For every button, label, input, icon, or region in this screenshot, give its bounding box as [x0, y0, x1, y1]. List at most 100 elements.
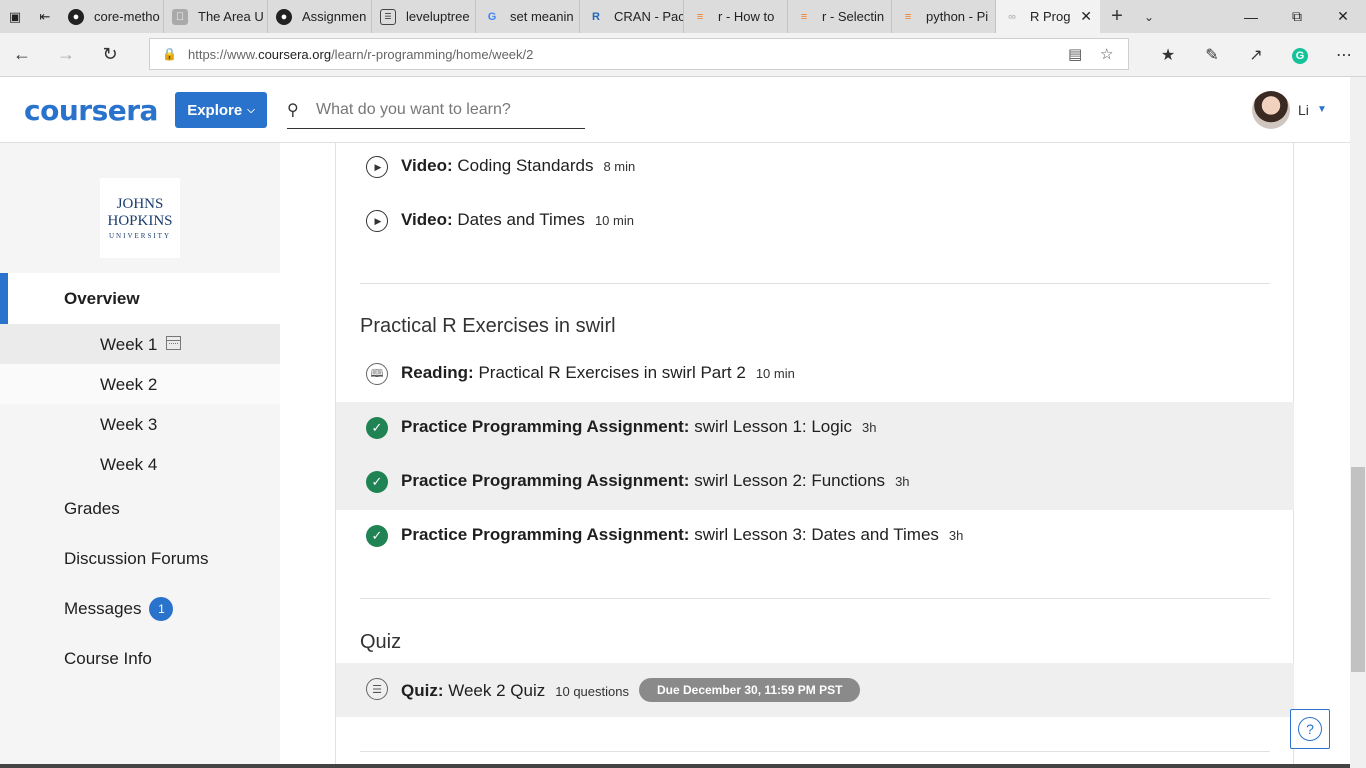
user-menu-caret-icon[interactable]: ▼ — [1317, 104, 1327, 115]
week-content: ▶ Video: Coding Standards 8 min ▶ Video: … — [335, 143, 1294, 768]
sidebar-item-label: Overview — [64, 289, 140, 308]
item-type: Quiz: — [401, 681, 444, 700]
forward-icon[interactable]: → — [44, 33, 88, 77]
url-path: /learn/r-programming/home/week/2 — [331, 46, 534, 62]
item-text: Video: Dates and Times 10 min — [401, 210, 634, 230]
item-text: Practice Programming Assignment: swirl L… — [401, 471, 910, 491]
stackoverflow-icon: ≡ — [800, 10, 808, 23]
item-title: Practical R Exercises in swirl Part 2 — [478, 363, 746, 382]
refresh-icon[interactable]: ↻ — [88, 33, 132, 77]
assignment-item[interactable]: ✓ Practice Programming Assignment: swirl… — [336, 510, 1294, 564]
sidebar-item-week-3[interactable]: Week 3 — [0, 404, 280, 444]
search-input[interactable] — [316, 101, 576, 119]
browser-tab[interactable]: Gset meanin — [476, 0, 580, 33]
new-tab-icon[interactable]: + — [1100, 0, 1134, 33]
sidebar-item-label: Week 2 — [100, 375, 158, 394]
completed-check-icon: ✓ — [366, 417, 388, 439]
explore-button[interactable]: Explore ⌵ — [175, 92, 267, 128]
apple-icon:  — [172, 8, 188, 25]
item-duration: 10 min — [594, 213, 634, 228]
sidebar-item-discussion-forums[interactable]: Discussion Forums — [64, 549, 209, 569]
browser-tab[interactable]:  The Area U — [164, 0, 268, 33]
play-icon: ▶ — [366, 210, 388, 232]
github-icon: ● — [276, 8, 292, 25]
browser-tab[interactable]: ☰ leveluptree — [372, 0, 476, 33]
item-title: Week 2 Quiz — [448, 681, 546, 700]
r-icon: R — [592, 10, 600, 23]
help-button[interactable]: ? — [1290, 709, 1330, 749]
course-sidebar: JOHNS HOPKINS UNIVERSITY Overview Week 1… — [0, 143, 280, 768]
sidebar-item-label: Week 1 — [100, 335, 158, 354]
browser-tab-active[interactable]: ∞ R Prog ✕ — [996, 0, 1100, 33]
browser-tab[interactable]: ● core-metho — [60, 0, 164, 33]
browser-tab[interactable]: ≡ r - How to — [684, 0, 788, 33]
share-icon[interactable]: ↗ — [1234, 45, 1278, 65]
university-line3: UNIVERSITY — [109, 232, 171, 240]
close-window-icon[interactable]: ✕ — [1320, 0, 1366, 33]
video-item[interactable]: ▶ Video: Coding Standards 8 min — [336, 141, 1294, 195]
tab-title: The Area U — [198, 9, 264, 24]
reading-item[interactable]: 🕮 Reading: Practical R Exercises in swir… — [336, 348, 1294, 402]
item-text: Video: Coding Standards 8 min — [401, 156, 635, 176]
notes-pen-icon[interactable]: ✎ — [1190, 45, 1234, 65]
tab-title: CRAN - Pac — [614, 9, 683, 24]
sidebar-item-overview[interactable]: Overview — [0, 273, 280, 324]
tab-title: set meanin — [510, 9, 574, 24]
item-type: Practice Programming Assignment: — [401, 525, 690, 544]
messages-count-badge: 1 — [149, 597, 174, 621]
section-divider — [360, 283, 1270, 284]
close-tab-icon[interactable]: ✕ — [1080, 8, 1092, 25]
avatar[interactable] — [1252, 91, 1290, 129]
sidebar-item-grades[interactable]: Grades — [64, 499, 120, 519]
user-name[interactable]: Li — [1298, 102, 1309, 118]
item-text: Quiz: Week 2 Quiz 10 questions Due Decembe… — [401, 678, 861, 702]
scrollbar-thumb[interactable] — [1351, 467, 1365, 672]
sidebar-item-week-2[interactable]: Week 2 — [0, 364, 280, 404]
assignment-item[interactable]: ✓ Practice Programming Assignment: swirl… — [336, 402, 1294, 456]
item-text: Reading: Practical R Exercises in swirl … — [401, 363, 795, 383]
favorites-icon[interactable]: ★ — [1146, 45, 1190, 65]
grammarly-icon[interactable]: G — [1278, 46, 1322, 64]
quiz-item[interactable]: ☰ Quiz: Week 2 Quiz 10 questions Due Decem… — [336, 663, 1294, 717]
sidebar-item-week-1[interactable]: Week 1 — [0, 324, 280, 364]
tab-title: python - Pi — [926, 9, 989, 24]
calendar-icon — [166, 336, 181, 350]
favorite-star-icon[interactable]: ☆ — [1100, 45, 1113, 63]
sidebar-item-course-info[interactable]: Course Info — [64, 649, 152, 669]
window-controls: — ⧉ ✕ — [1228, 0, 1366, 33]
coursera-icon: ∞ — [1008, 10, 1016, 23]
tab-title: r - Selectin — [822, 9, 885, 24]
completed-check-icon: ✓ — [366, 471, 388, 493]
quiz-question-count: 10 questions — [555, 684, 629, 699]
item-text: Practice Programming Assignment: swirl L… — [401, 417, 876, 437]
tab-actions-icon[interactable]: ▣ — [0, 0, 30, 33]
coursera-logo[interactable]: coursera — [24, 94, 158, 127]
browser-tab[interactable]: R CRAN - Pac — [580, 0, 684, 33]
minimize-icon[interactable]: — — [1228, 0, 1274, 33]
page-icon: ☰ — [380, 8, 396, 25]
back-icon[interactable]: ← — [0, 33, 44, 77]
item-duration: 3h — [862, 420, 877, 435]
reading-view-icon[interactable]: ▤ — [1068, 45, 1082, 63]
browser-tab[interactable]: ≡ python - Pi — [892, 0, 996, 33]
assignment-item[interactable]: ✓ Practice Programming Assignment: swirl… — [336, 456, 1294, 510]
more-icon[interactable]: ⋯ — [1322, 45, 1366, 65]
sidebar-item-messages[interactable]: Messages 1 — [64, 597, 174, 621]
page-scrollbar[interactable] — [1350, 77, 1366, 768]
url-field[interactable]: 🔒 https://www. coursera.org/learn/r-progr… — [149, 38, 1129, 70]
item-title: swirl Lesson 3: Dates and Times — [694, 525, 939, 544]
set-aside-tabs-icon[interactable]: ⇤ — [30, 0, 60, 33]
sidebar-item-week-4[interactable]: Week 4 — [0, 444, 280, 484]
completed-check-icon: ✓ — [366, 525, 388, 547]
university-line2: HOPKINS — [107, 213, 173, 229]
window-bottom-edge — [0, 764, 1350, 768]
video-item[interactable]: ▶ Video: Dates and Times 10 min — [336, 195, 1294, 249]
restore-icon[interactable]: ⧉ — [1274, 0, 1320, 33]
browser-tab[interactable]: ≡ r - Selectin — [788, 0, 892, 33]
quiz-icon: ☰ — [366, 678, 388, 700]
johns-hopkins-logo[interactable]: JOHNS HOPKINS UNIVERSITY — [100, 178, 180, 258]
active-indicator — [0, 273, 8, 324]
browser-tab[interactable]: ● Assignmen — [268, 0, 372, 33]
tab-list-chevron-icon[interactable]: ⌄ — [1134, 0, 1164, 33]
sidebar-item-label: Messages — [64, 599, 142, 618]
